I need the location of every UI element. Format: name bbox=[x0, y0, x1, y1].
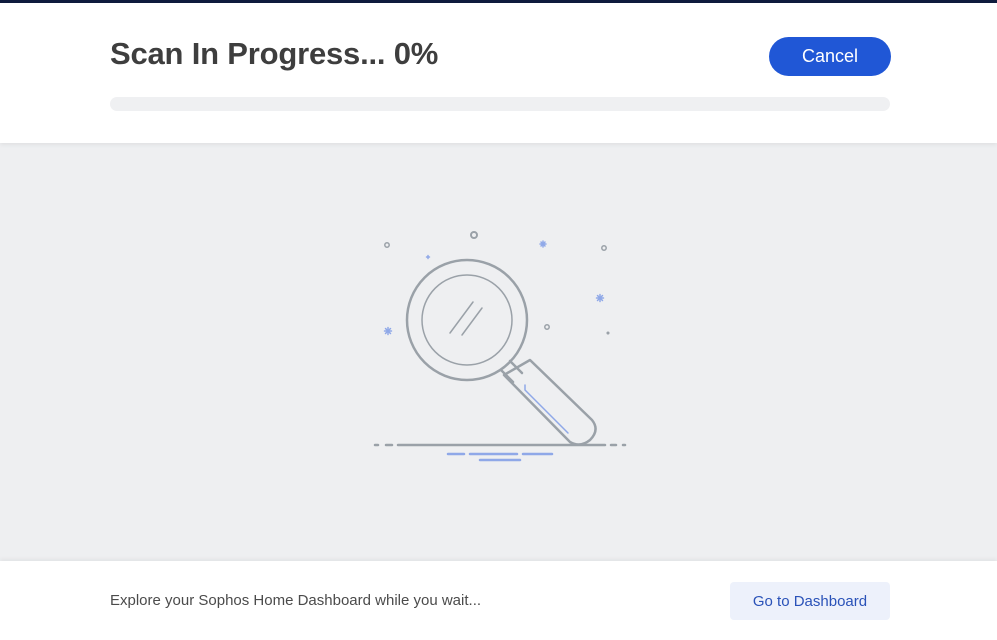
magnifying-glass-icon bbox=[373, 231, 627, 462]
footer-message: Explore your Sophos Home Dashboard while… bbox=[110, 592, 482, 609]
footer-bar: Explore your Sophos Home Dashboard while… bbox=[0, 561, 997, 640]
scan-header: Scan In Progress... 0% Cancel bbox=[0, 3, 997, 143]
cancel-button[interactable]: Cancel bbox=[769, 37, 891, 76]
go-to-dashboard-button[interactable]: Go to Dashboard bbox=[730, 582, 890, 620]
scan-progress-bar bbox=[110, 97, 890, 111]
scan-illustration-area bbox=[0, 143, 997, 561]
page-title: Scan In Progress... 0% bbox=[110, 36, 439, 71]
